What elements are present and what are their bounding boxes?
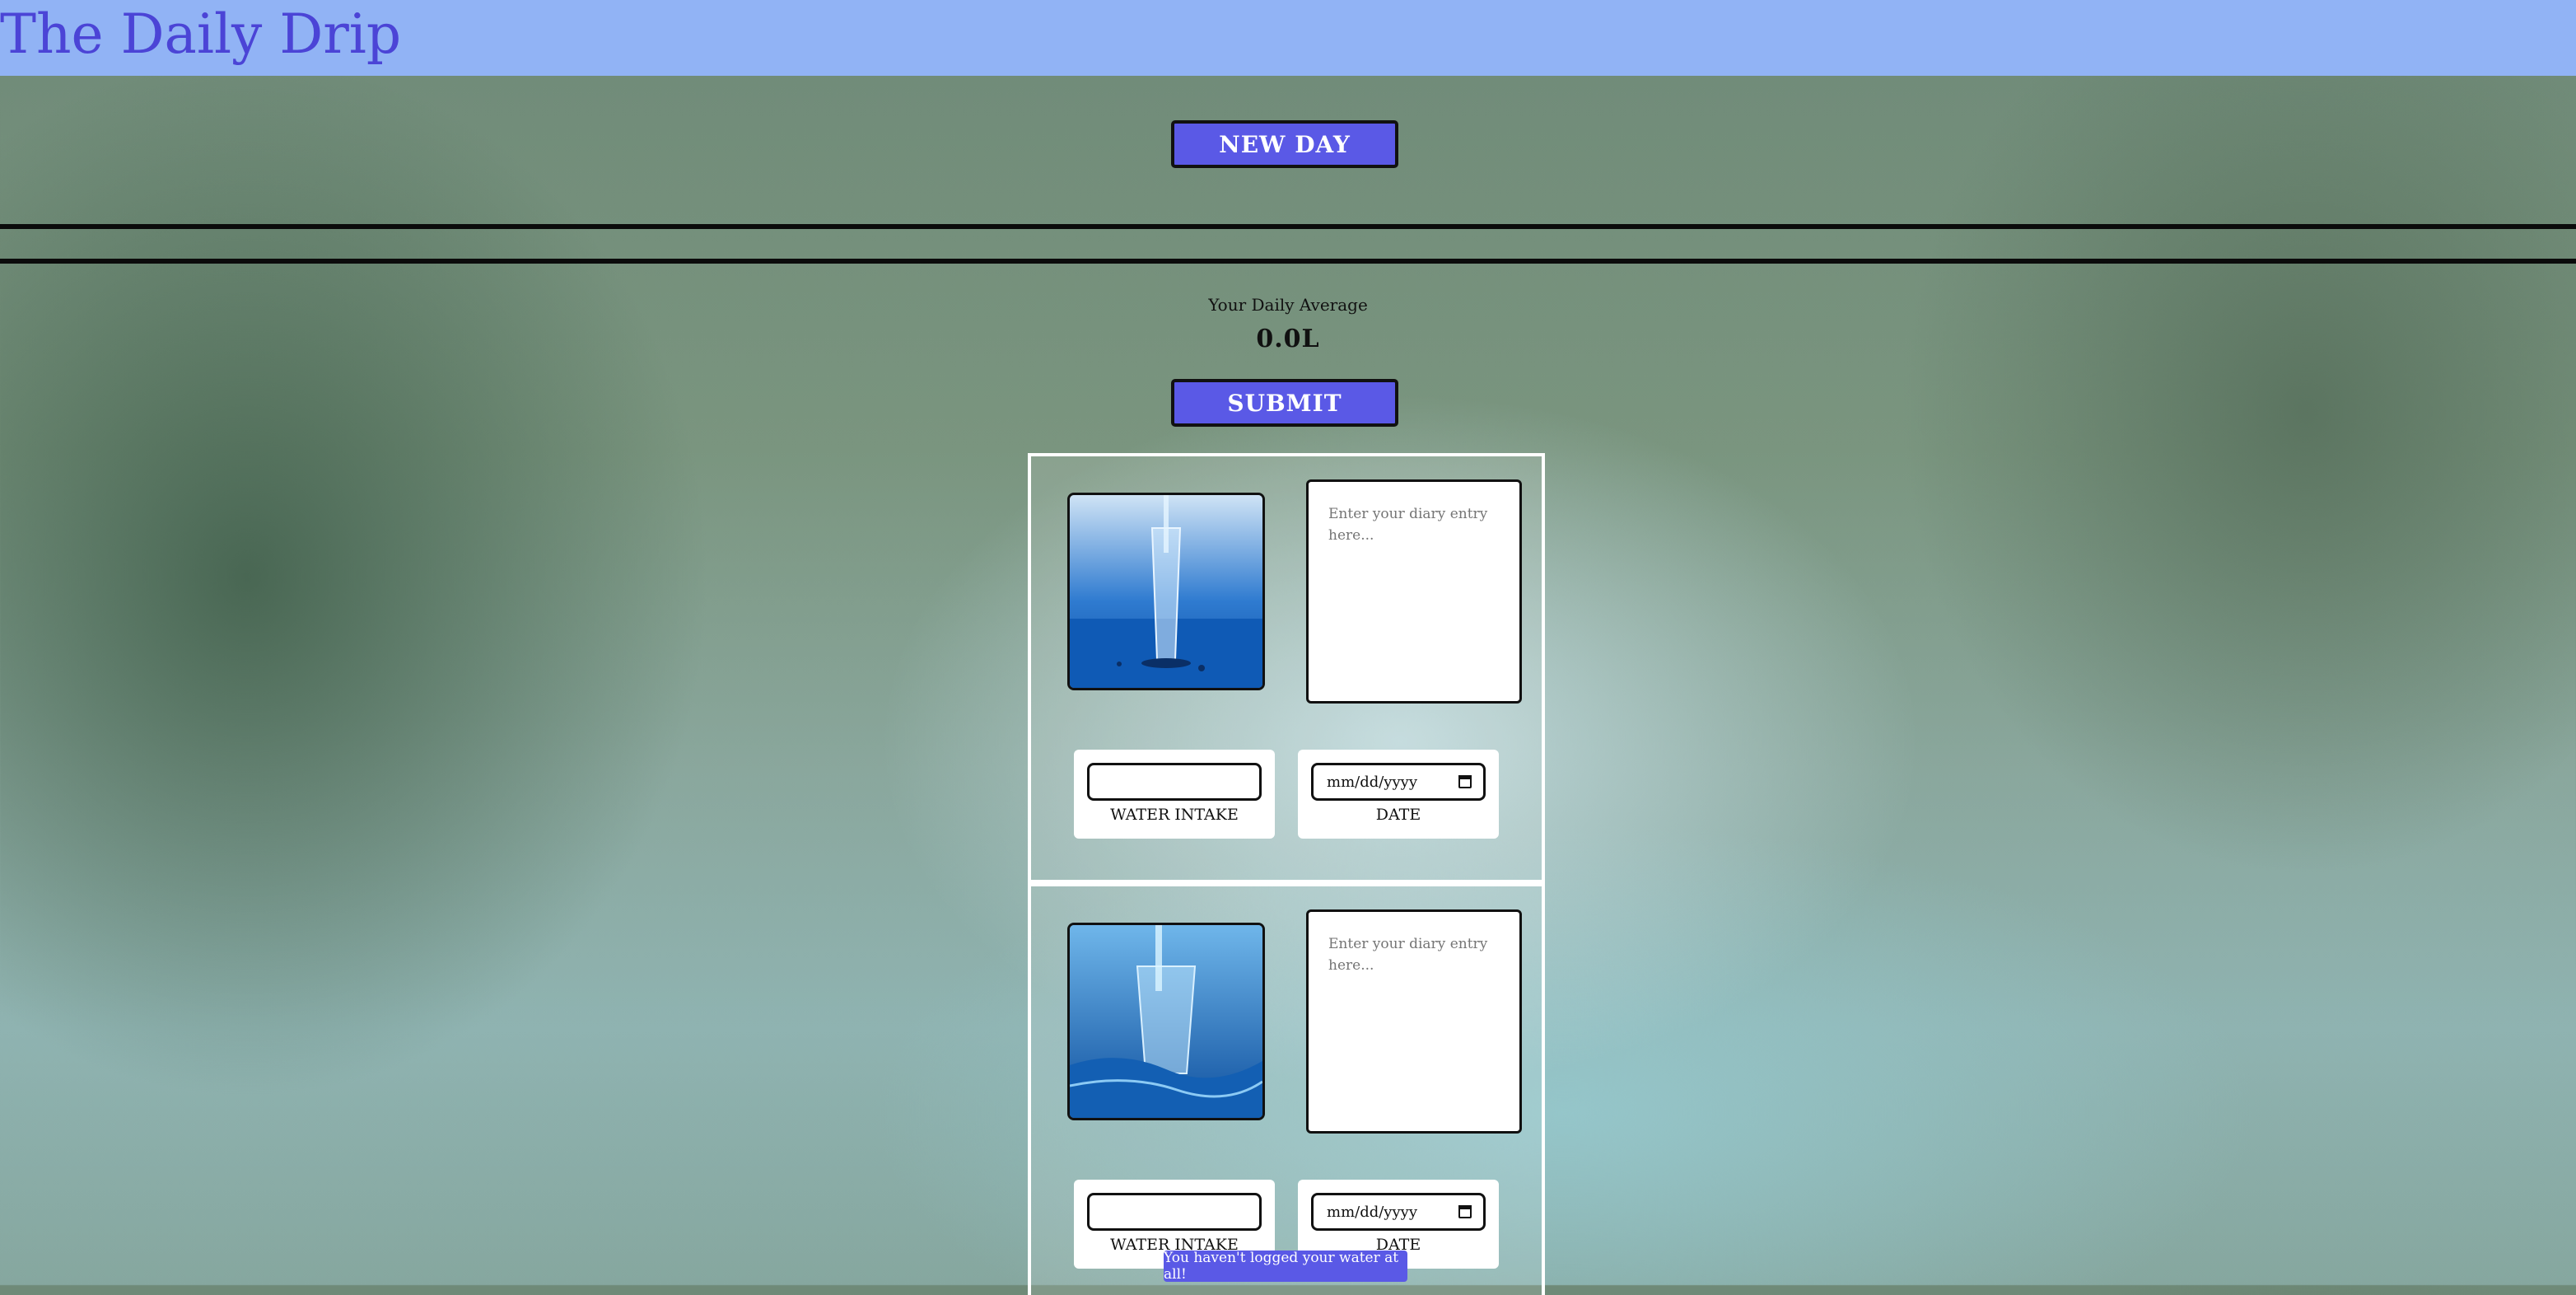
diary-entry-textarea[interactable] (1306, 909, 1522, 1134)
divider-bottom (0, 259, 2576, 264)
water-intake-label: WATER INTAKE (1110, 806, 1239, 824)
date-input[interactable]: mm/dd/yyyy (1311, 1193, 1486, 1231)
diary-entry-textarea[interactable] (1306, 479, 1522, 704)
water-intake-input[interactable] (1087, 763, 1262, 801)
water-intake-field: WATER INTAKE (1074, 750, 1275, 839)
date-placeholder: mm/dd/yyyy (1327, 773, 1417, 791)
entry-card: WATER INTAKE mm/dd/yyyy DATE (1028, 453, 1545, 883)
submit-button[interactable]: SUBMIT (1171, 379, 1398, 427)
water-glass-image (1067, 493, 1265, 690)
entry-card: WATER INTAKE mm/dd/yyyy DATE (1028, 883, 1545, 1295)
date-placeholder: mm/dd/yyyy (1327, 1203, 1417, 1221)
daily-average-label: Your Daily Average (1208, 295, 1368, 315)
water-splash-image (1067, 923, 1265, 1120)
date-field: mm/dd/yyyy DATE (1298, 750, 1499, 839)
water-intake-input[interactable] (1087, 1193, 1262, 1231)
divider-top (0, 224, 2576, 229)
calendar-icon[interactable] (1458, 1205, 1472, 1218)
new-day-button[interactable]: NEW DAY (1171, 120, 1398, 168)
notification-toast: You haven't logged your water at all! (1164, 1250, 1407, 1283)
site-header: The Daily Drip (0, 0, 2576, 76)
daily-average-value: 0.0L (1256, 325, 1320, 353)
site-title: The Daily Drip (0, 2, 402, 66)
date-label: DATE (1375, 806, 1421, 824)
calendar-icon[interactable] (1458, 775, 1472, 788)
date-input[interactable]: mm/dd/yyyy (1311, 763, 1486, 801)
